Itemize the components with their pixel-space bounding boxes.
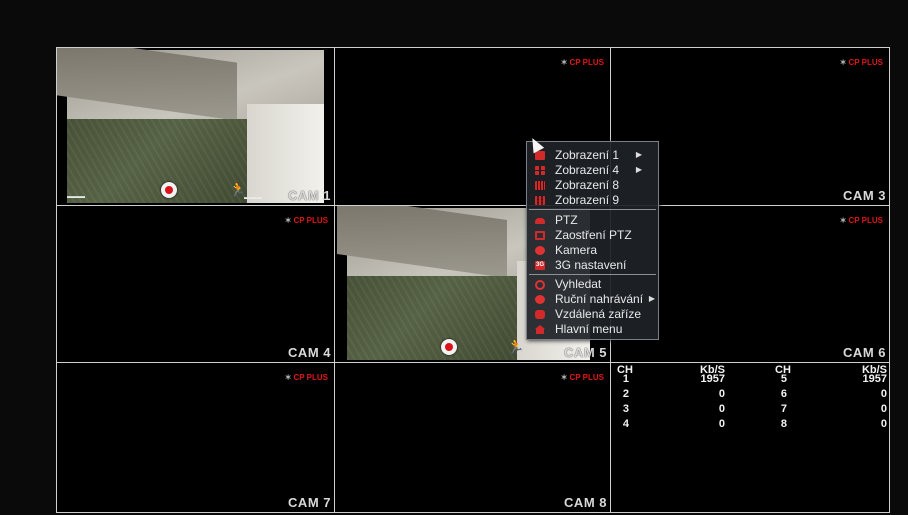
submenu-arrow-icon: ▶ [648,294,655,303]
camera-tile-7[interactable]: ✶ CP PLUS CAM 7 [57,363,335,513]
camera-1-label: CAM 1 [288,188,331,203]
cp-plus-logo: ✶ CP PLUS [839,216,883,225]
bitrate-cell-kbs: 1957 [700,373,725,385]
menu-item-ptz[interactable]: PTZ [527,213,658,227]
bitrate-cell-ch: 6 [780,388,787,400]
bitrate-cell-kbs: 0 [880,418,887,430]
camera-5-label: CAM 5 [564,345,607,360]
dvr-monitor: ▬▬▬ 🏃 ▬▬▬ CAM 1 ✶ CP PLUS ✶ CP PLUS CAM 3 … [0,0,908,515]
bitrate-cell-ch: 1 [622,373,629,385]
menu-item-view-4[interactable]: Zobrazení 4 ▶ [527,163,658,177]
view-1-icon [535,151,545,160]
ptz-icon [535,218,545,224]
camera-tile-8[interactable]: ✶ CP PLUS CAM 8 [335,363,611,513]
bitrate-cell-kbs: 0 [718,403,725,415]
camera-1-video-feed [57,48,324,204]
focus-icon [535,231,545,240]
remote-device-icon [535,310,545,319]
cp-plus-logo: ✶ CP PLUS [839,58,883,67]
bitrate-cell-kbs: 1957 [862,373,887,385]
camera-tile-1[interactable]: ▬▬▬ 🏃 ▬▬▬ CAM 1 [57,48,335,206]
menu-item-main-menu[interactable]: Hlavní menu [527,322,658,336]
view-4-icon [535,166,545,175]
submenu-arrow-icon: ▶ [635,165,642,174]
search-icon [535,280,545,290]
camera-tile-4[interactable]: ✶ CP PLUS CAM 4 [57,206,335,363]
3g-icon: 3G [535,261,545,270]
camera-4-label: CAM 4 [288,345,331,360]
bitrate-cell-kbs: 0 [880,403,887,415]
camera-7-label: CAM 7 [288,495,331,510]
menu-item-camera[interactable]: Kamera [527,243,658,257]
cp-plus-logo: ✶ CP PLUS [560,373,604,382]
camera-6-label: CAM 6 [843,345,886,360]
menu-item-remote-device[interactable]: Vzdálená zaříze [527,307,658,321]
bitrate-cell-ch: 5 [780,373,787,385]
cp-plus-logo: ✶ CP PLUS [284,216,328,225]
camera-icon [535,246,545,255]
bitrate-cell-ch: 2 [622,388,629,400]
view-9-icon [535,196,545,205]
home-icon [535,325,545,334]
menu-item-search[interactable]: Vyhledat [527,277,658,291]
bitrate-cell-kbs: 0 [718,388,725,400]
motion-detection-icon: 🏃 [507,338,525,354]
bitrate-cell-kbs: 0 [880,388,887,400]
menu-item-3g-settings[interactable]: 3G 3G nastavení [527,258,658,272]
camera-3-label: CAM 3 [843,188,886,203]
submenu-arrow-icon: ▶ [635,150,642,159]
bitrate-cell-ch: 7 [780,403,787,415]
menu-item-view-8[interactable]: Zobrazení 8 [527,178,658,192]
bitrate-cell-ch: 8 [780,418,787,430]
menu-item-view-9[interactable]: Zobrazení 9 [527,193,658,207]
camera-1-date: ▬▬▬ [244,195,262,201]
cp-plus-logo: ✶ CP PLUS [284,373,328,382]
menu-item-manual-record[interactable]: Ruční nahrávání ▶ [527,292,658,306]
bitrate-table: CH Kb/S CH Kb/S 1 1957 5 1957 2 0 6 0 3 … [611,363,889,513]
bitrate-cell-ch: 3 [622,403,629,415]
menu-item-view-1[interactable]: Zobrazení 1 ▶ [527,148,658,162]
camera-1-timestamp: ▬▬▬ [67,194,85,200]
view-8-icon [535,181,545,190]
menu-separator [529,274,656,275]
recording-indicator-icon [441,339,457,355]
menu-separator [529,209,656,210]
camera-8-label: CAM 8 [564,495,607,510]
context-menu: Zobrazení 1 ▶ Zobrazení 4 ▶ Zobrazení 8 … [526,141,659,340]
bitrate-cell-kbs: 0 [718,418,725,430]
menu-item-ptz-focus[interactable]: Zaostření PTZ [527,228,658,242]
recording-indicator-icon [161,182,177,198]
record-icon [535,295,545,304]
cp-plus-logo: ✶ CP PLUS [560,58,604,67]
bitrate-cell-ch: 4 [622,418,629,430]
